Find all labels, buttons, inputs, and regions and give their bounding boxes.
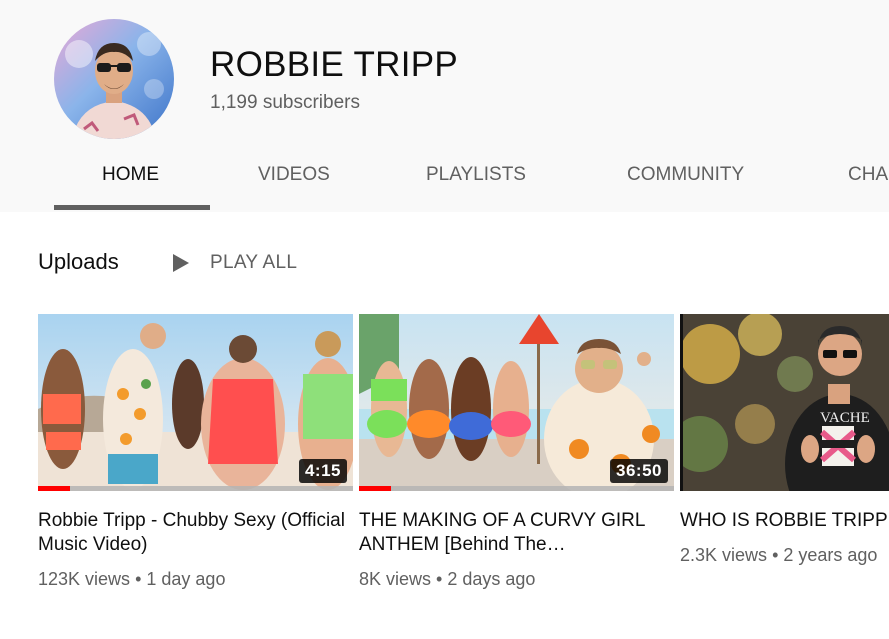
svg-text:VACHE: VACHE xyxy=(820,410,870,426)
video-duration: 36:50 xyxy=(610,459,668,483)
active-tab-indicator xyxy=(54,205,210,210)
avatar-photo-icon xyxy=(54,19,174,139)
video-title[interactable]: THE MAKING OF A CURVY GIRL ANTHEM [Behin… xyxy=(359,509,674,557)
video-title[interactable]: WHO IS ROBBIE TRIPP xyxy=(680,509,889,533)
video-metadata: 8K views • 2 days ago xyxy=(359,569,674,590)
channel-avatar[interactable] xyxy=(54,19,174,139)
video-thumbnail[interactable]: 4:15 xyxy=(38,314,353,491)
watch-progress-bar xyxy=(359,486,674,491)
video-card[interactable]: 4:15 Robbie Tripp - Chubby Sexy (Officia… xyxy=(38,314,353,590)
view-count: 2.3K views xyxy=(680,545,768,565)
tab-playlists[interactable]: PLAYLISTS xyxy=(426,164,526,186)
video-thumbnail[interactable]: VACHE xyxy=(680,314,889,491)
play-all-label: PLAY ALL xyxy=(210,252,298,273)
meta-separator: • xyxy=(135,569,147,589)
upload-age: 2 days ago xyxy=(447,569,536,589)
upload-age: 2 years ago xyxy=(783,545,878,565)
play-all-button[interactable]: PLAY ALL xyxy=(170,248,297,278)
tab-home[interactable]: HOME xyxy=(102,164,159,186)
channel-header: ROBBIE TRIPP 1,199 subscribers HOME VIDE… xyxy=(0,0,889,212)
watch-progress-fill xyxy=(359,486,391,491)
upload-age: 1 day ago xyxy=(146,569,226,589)
video-thumbnail[interactable]: 36:50 xyxy=(359,314,674,491)
video-card[interactable]: VACHE WHO IS ROBBIE TRIPP 2.3K views • 2… xyxy=(680,314,889,566)
play-icon xyxy=(173,254,189,272)
uploads-heading[interactable]: Uploads xyxy=(38,249,119,275)
subscriber-count: 1,199 subscribers xyxy=(210,92,360,113)
thumbnail-image: VACHE xyxy=(680,314,889,491)
channel-tabs: HOME VIDEOS PLAYLISTS COMMUNITY CHA xyxy=(0,150,889,212)
tab-videos[interactable]: VIDEOS xyxy=(258,164,330,186)
tab-channels[interactable]: CHA xyxy=(848,164,888,186)
watch-progress-fill xyxy=(38,486,70,491)
video-metadata: 123K views • 1 day ago xyxy=(38,569,353,590)
video-card[interactable]: 36:50 THE MAKING OF A CURVY GIRL ANTHEM … xyxy=(359,314,674,590)
video-metadata: 2.3K views • 2 years ago xyxy=(680,545,889,566)
video-title[interactable]: Robbie Tripp - Chubby Sexy (Official Mus… xyxy=(38,509,353,557)
view-count: 123K views xyxy=(38,569,131,589)
meta-separator: • xyxy=(772,545,784,565)
tab-community[interactable]: COMMUNITY xyxy=(627,164,744,186)
watch-progress-bar xyxy=(38,486,353,491)
video-duration: 4:15 xyxy=(298,459,347,483)
channel-name: ROBBIE TRIPP xyxy=(210,45,459,84)
meta-separator: • xyxy=(436,569,448,589)
view-count: 8K views xyxy=(359,569,432,589)
